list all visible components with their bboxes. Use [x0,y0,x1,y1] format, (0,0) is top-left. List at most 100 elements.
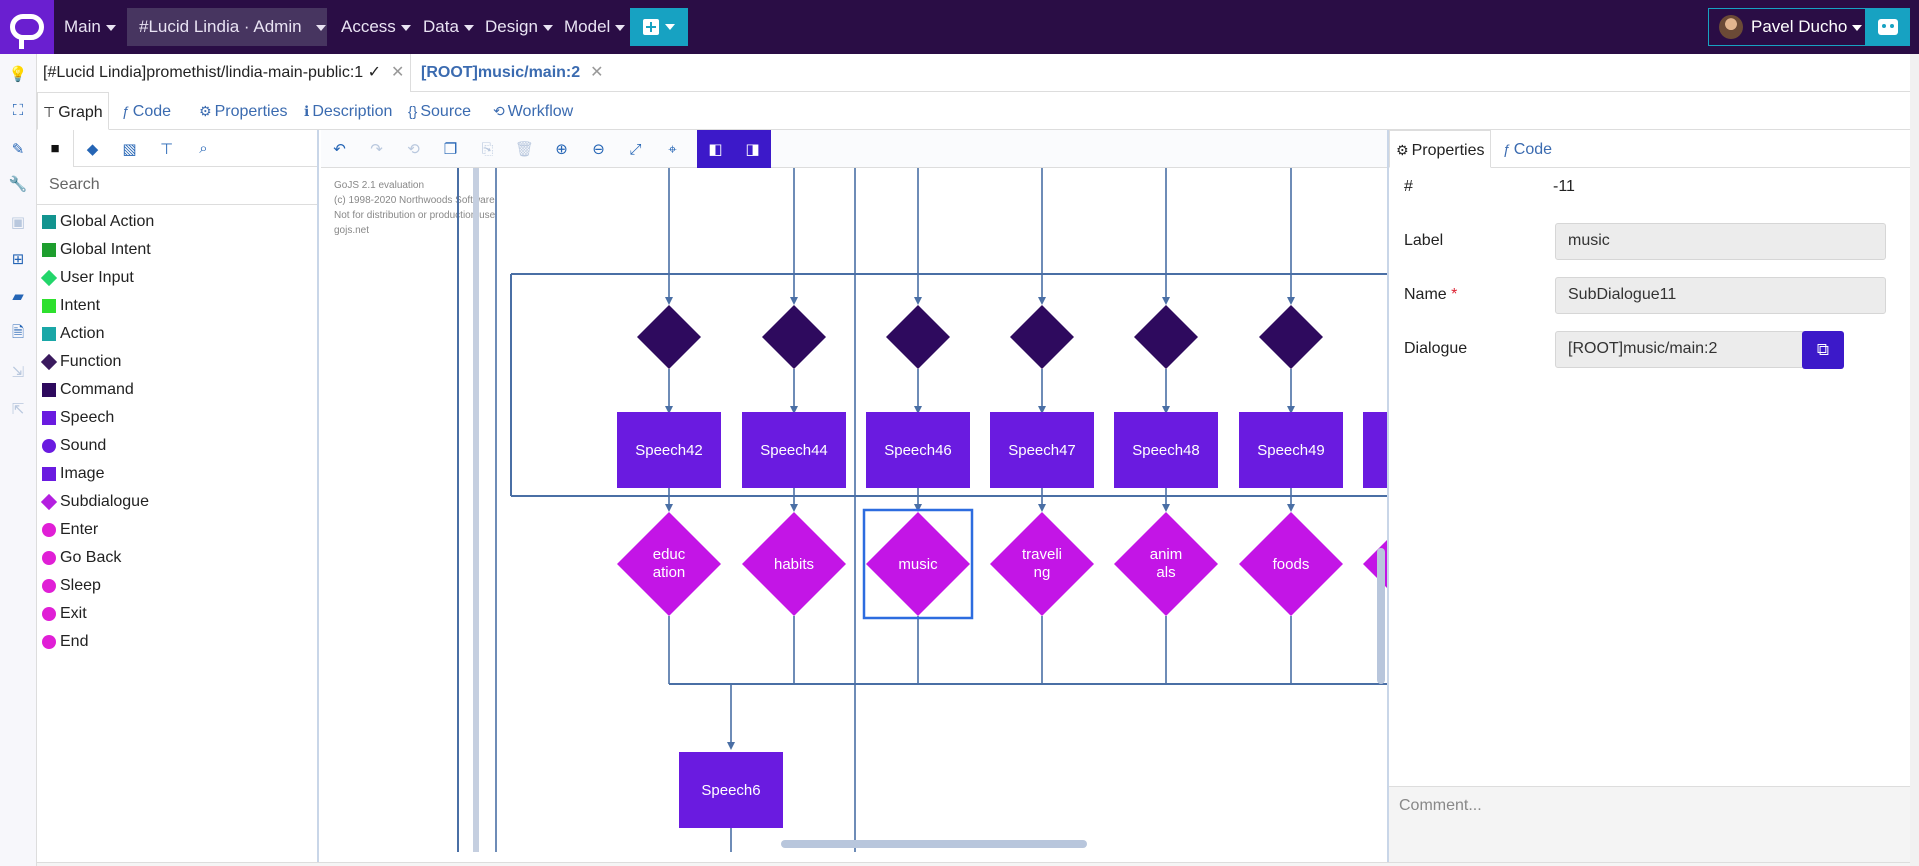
tab-code[interactable]: ƒ Code [117,92,176,130]
speech-node[interactable] [1363,412,1387,488]
palette-item[interactable]: Global Intent [37,236,317,264]
folder-open-icon[interactable]: ▰ [9,287,27,305]
search-icon[interactable]: ⌕ [185,130,222,167]
properties-panel: ⚙ Properties ƒ Code # -11 Label music Name… [1387,130,1912,866]
menu-data[interactable]: Data [423,0,474,54]
palette-item-label: Exit [60,605,87,622]
palette-item-label: Function [60,353,122,370]
palette-item-label: Sleep [60,577,101,594]
page-scrollbar[interactable] [1910,54,1919,866]
tab-workflow[interactable]: ⟲ Workflow [488,92,578,130]
palette-item-label: Command [60,381,134,398]
doc-tab-main[interactable]: [#Lucid Lindia]promethist/lindia-main-pu… [37,54,412,92]
tab-label: Properties [1411,142,1485,159]
square-icon[interactable]: ■ [37,130,74,167]
toggle-right-panel-icon[interactable]: ◨ [734,130,771,168]
menu-model[interactable]: Model [564,0,626,54]
user-menu-button[interactable]: Pavel Ducho [1708,8,1866,46]
palette-item[interactable]: Action [37,320,317,348]
file-import-icon[interactable]: ⇲ [9,363,27,381]
images-icon[interactable]: ▧ [111,130,148,167]
function-icon: ƒ [1503,141,1511,157]
history-icon[interactable]: ⟲ [395,130,432,168]
bot-button[interactable] [1866,8,1910,46]
view-tabs: ⊤ Graph ƒ Code ⚙ Properties ℹ Description {}… [37,92,1910,130]
palette-item[interactable]: Command [37,376,317,404]
file-add-icon[interactable]: 🗎 [9,324,27,343]
open-dialogue-button[interactable]: ⧉ [1802,331,1844,369]
palette-item[interactable]: Subdialogue [37,488,317,516]
file-export-icon[interactable]: ⇱ [9,400,27,418]
zoom-in-icon[interactable]: ⊕ [543,130,580,168]
function-node[interactable] [1134,305,1198,369]
label-field[interactable]: music [1555,223,1886,260]
redo-icon[interactable]: ↷ [358,130,395,168]
menu-design[interactable]: Design [485,0,553,54]
horizontal-scrollbar[interactable] [781,840,1087,848]
undo-icon[interactable]: ↶ [321,130,358,168]
palette-item[interactable]: Exit [37,600,317,628]
tab-graph[interactable]: ⊤ Graph [37,92,109,130]
canvas-toolbar: ↶ ↷ ⟲ ❐ ⎘ 🗑 ⊕ ⊖ ⤢ ⌖ ◧ ◨ [321,130,1387,168]
comment-textarea[interactable]: Comment... [1389,786,1912,866]
palette-item[interactable]: User Input [37,264,317,292]
palette-item[interactable]: Intent [37,292,317,320]
square-swatch-icon [42,243,56,257]
palette-item[interactable]: Image [37,460,317,488]
wrench-icon[interactable]: 🔧 [9,175,28,193]
function-node[interactable] [637,305,701,369]
subdialogue-node-label: educ [653,546,686,563]
lightbulb-icon[interactable]: 💡 [9,65,28,83]
name-field[interactable]: SubDialogue11 [1555,277,1886,314]
edit-icon[interactable]: ✎ [9,140,27,158]
menu-main[interactable]: Main [64,0,116,54]
vertical-scrollbar[interactable] [1377,548,1385,684]
function-node[interactable] [1259,305,1323,369]
palette-item[interactable]: Global Action [37,208,317,236]
toggle-left-panel-icon[interactable]: ◧ [697,130,734,168]
expand-icon[interactable]: ⛶ [9,101,27,119]
doc-tab-music[interactable]: [ROOT]music/main:2 ✕ [415,54,610,92]
palette-item[interactable]: End [37,628,317,656]
palette-item[interactable]: Sound [37,432,317,460]
palette-item[interactable]: Sleep [37,572,317,600]
zoom-out-icon[interactable]: ⊖ [580,130,617,168]
app-logo[interactable] [0,0,54,54]
menu-access[interactable]: Access [341,0,411,54]
project-selector[interactable]: #Lucid Lindia · Admin [127,8,327,46]
save-icon[interactable]: ▣ [9,213,27,231]
tab-description[interactable]: ℹ Description [299,92,397,130]
diamond-swatch-icon [40,353,58,371]
braces-icon: {} [408,103,418,119]
copy-icon[interactable]: ❐ [432,130,469,168]
tab-code[interactable]: ƒ Code [1497,130,1558,168]
plus-square-icon[interactable]: ⊞ [9,250,27,268]
palette-toolbar: ■ ◆ ▧ ⊤ ⌕ [37,130,317,167]
create-button[interactable] [630,8,688,46]
tab-properties[interactable]: ⚙ Properties [194,92,292,130]
tab-source[interactable]: {} Source [403,92,476,130]
function-node[interactable] [762,305,826,369]
shapes-icon[interactable]: ◆ [74,130,111,167]
palette-search-input[interactable]: Search [37,167,317,205]
fit-expand-icon[interactable]: ⤢ [617,130,654,168]
trash-icon[interactable]: 🗑 [506,130,543,168]
close-icon[interactable]: ✕ [391,64,404,81]
robot-icon [1878,19,1898,35]
dialogue-field[interactable]: [ROOT]music/main:2 [1555,331,1805,368]
palette-item[interactable]: Enter [37,516,317,544]
speech-node-label: Speech42 [635,442,703,459]
close-icon[interactable]: ✕ [590,64,603,81]
graph-canvas[interactable]: GoJS 2.1 evaluation (c) 1998-2020 Northw… [321,168,1387,852]
tab-properties[interactable]: ⚙ Properties [1389,130,1492,168]
palette-item[interactable]: Speech [37,404,317,432]
paste-icon[interactable]: ⎘ [469,130,506,168]
sitemap-icon[interactable]: ⊤ [148,130,185,167]
crosshairs-icon[interactable]: ⌖ [654,130,691,168]
palette-item[interactable]: Go Back [37,544,317,572]
function-node[interactable] [886,305,950,369]
caret-down-icon [615,24,626,31]
function-node[interactable] [1010,305,1074,369]
menu-model-label: Model [564,17,611,36]
palette-item[interactable]: Function [37,348,317,376]
